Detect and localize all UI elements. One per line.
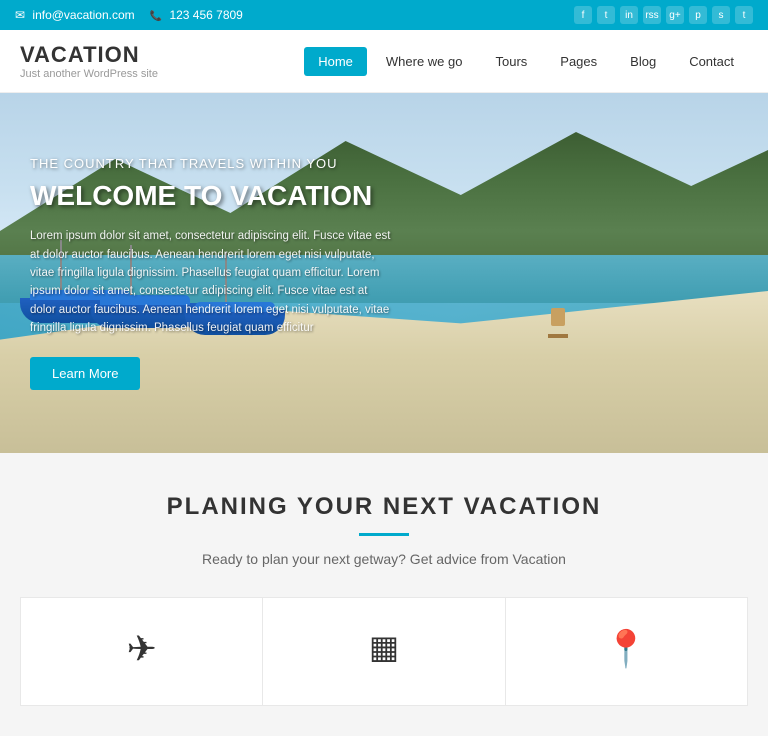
nav-contact[interactable]: Contact <box>675 47 748 76</box>
googleplus-icon[interactable]: g+ <box>666 6 684 24</box>
hero-title: WELCOME TO VACATION <box>30 179 392 213</box>
nav-where-we-go[interactable]: Where we go <box>372 47 477 76</box>
email-text: info@vacation.com <box>32 8 134 22</box>
hero-body-text: Lorem ipsum dolor sit amet, consectetur … <box>30 227 392 337</box>
main-nav: Home Where we go Tours Pages Blog Contac… <box>304 47 748 76</box>
tumblr-icon[interactable]: t <box>735 6 753 24</box>
hero-content: THE COUNTRY THAT TRAVELS WITHIN YOU WELC… <box>0 93 422 453</box>
beach-chair <box>548 308 568 338</box>
email-icon: ✉ <box>15 8 25 22</box>
feature-cards: ✈ ▦ 📍 <box>20 597 748 706</box>
rss-icon[interactable]: rss <box>643 6 661 24</box>
facebook-icon[interactable]: f <box>574 6 592 24</box>
learn-more-button[interactable]: Learn More <box>30 357 140 390</box>
hero-section: THE COUNTRY THAT TRAVELS WITHIN YOU WELC… <box>0 93 768 453</box>
hero-subtitle: THE COUNTRY THAT TRAVELS WITHIN YOU <box>30 156 392 171</box>
pinterest-icon[interactable]: p <box>689 6 707 24</box>
phone-icon: 📞 <box>150 11 162 22</box>
card-hotels: ▦ <box>262 597 504 706</box>
twitter-icon[interactable]: t <box>597 6 615 24</box>
site-title: VACATION <box>20 42 158 68</box>
planning-section: PLANING YOUR NEXT VACATION Ready to plan… <box>0 453 768 736</box>
phone-text: 123 456 7809 <box>169 8 242 22</box>
site-tagline: Just another WordPress site <box>20 68 158 80</box>
nav-pages[interactable]: Pages <box>546 47 611 76</box>
planning-title: PLANING YOUR NEXT VACATION <box>20 493 748 521</box>
logo: VACATION Just another WordPress site <box>20 42 158 80</box>
card-destinations: 📍 <box>505 597 748 706</box>
planning-divider <box>359 533 409 536</box>
nav-blog[interactable]: Blog <box>616 47 670 76</box>
planning-subtitle: Ready to plan your next getway? Get advi… <box>20 551 748 567</box>
hotels-icon: ▦ <box>283 628 484 666</box>
card-flights: ✈ <box>20 597 262 706</box>
destinations-icon: 📍 <box>526 628 727 670</box>
email-info: ✉ info@vacation.com <box>15 8 135 22</box>
site-header: VACATION Just another WordPress site Hom… <box>0 30 768 93</box>
flights-icon: ✈ <box>41 628 242 670</box>
nav-tours[interactable]: Tours <box>481 47 541 76</box>
social-icons: f t in rss g+ p s t <box>574 6 753 24</box>
top-bar: ✉ info@vacation.com 📞 123 456 7809 f t i… <box>0 0 768 30</box>
top-bar-contact: ✉ info@vacation.com 📞 123 456 7809 <box>15 8 243 22</box>
nav-home[interactable]: Home <box>304 47 367 76</box>
phone-info: 📞 123 456 7809 <box>150 8 243 22</box>
skype-icon[interactable]: s <box>712 6 730 24</box>
linkedin-icon[interactable]: in <box>620 6 638 24</box>
